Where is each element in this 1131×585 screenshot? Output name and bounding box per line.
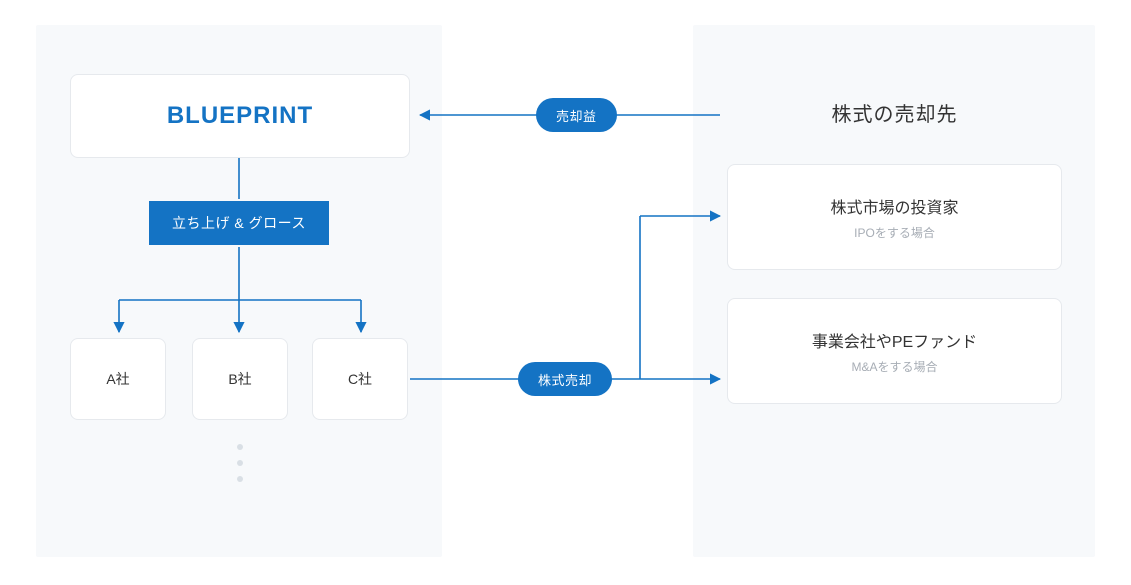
blueprint-logo-text: BLUEPRINT: [167, 102, 313, 130]
company-label: C社: [348, 369, 372, 389]
destination-subtitle: IPOをする場合: [854, 224, 935, 241]
destination-ma: 事業会社やPEファンド M&Aをする場合: [727, 298, 1062, 404]
destination-title: 事業会社やPEファンド: [812, 328, 977, 352]
company-label: B社: [228, 369, 251, 389]
action-launch-growth: 立ち上げ & グロース: [149, 201, 329, 245]
ellipsis-dot: [237, 444, 243, 450]
blueprint-card: BLUEPRINT: [70, 74, 410, 158]
destination-subtitle: M&Aをする場合: [851, 358, 937, 375]
company-card-a: A社: [70, 338, 166, 420]
ellipsis-dot: [237, 460, 243, 466]
diagram-stage: BLUEPRINT 立ち上げ & グロース A社 B社 C社 株式の売却先 株式…: [0, 0, 1131, 585]
ellipsis-dot: [237, 476, 243, 482]
pill-proceeds: 売却益: [536, 98, 617, 132]
action-label: 立ち上げ & グロース: [172, 213, 306, 233]
company-card-c: C社: [312, 338, 408, 420]
pill-label: 株式売却: [538, 370, 592, 389]
destination-title: 株式市場の投資家: [830, 194, 958, 218]
company-card-b: B社: [192, 338, 288, 420]
destination-ipo: 株式市場の投資家 IPOをする場合: [727, 164, 1062, 270]
pill-label: 売却益: [556, 106, 597, 125]
company-label: A社: [106, 369, 129, 389]
pill-stock-sale: 株式売却: [518, 362, 612, 396]
buyers-title: 株式の売却先: [727, 98, 1062, 127]
